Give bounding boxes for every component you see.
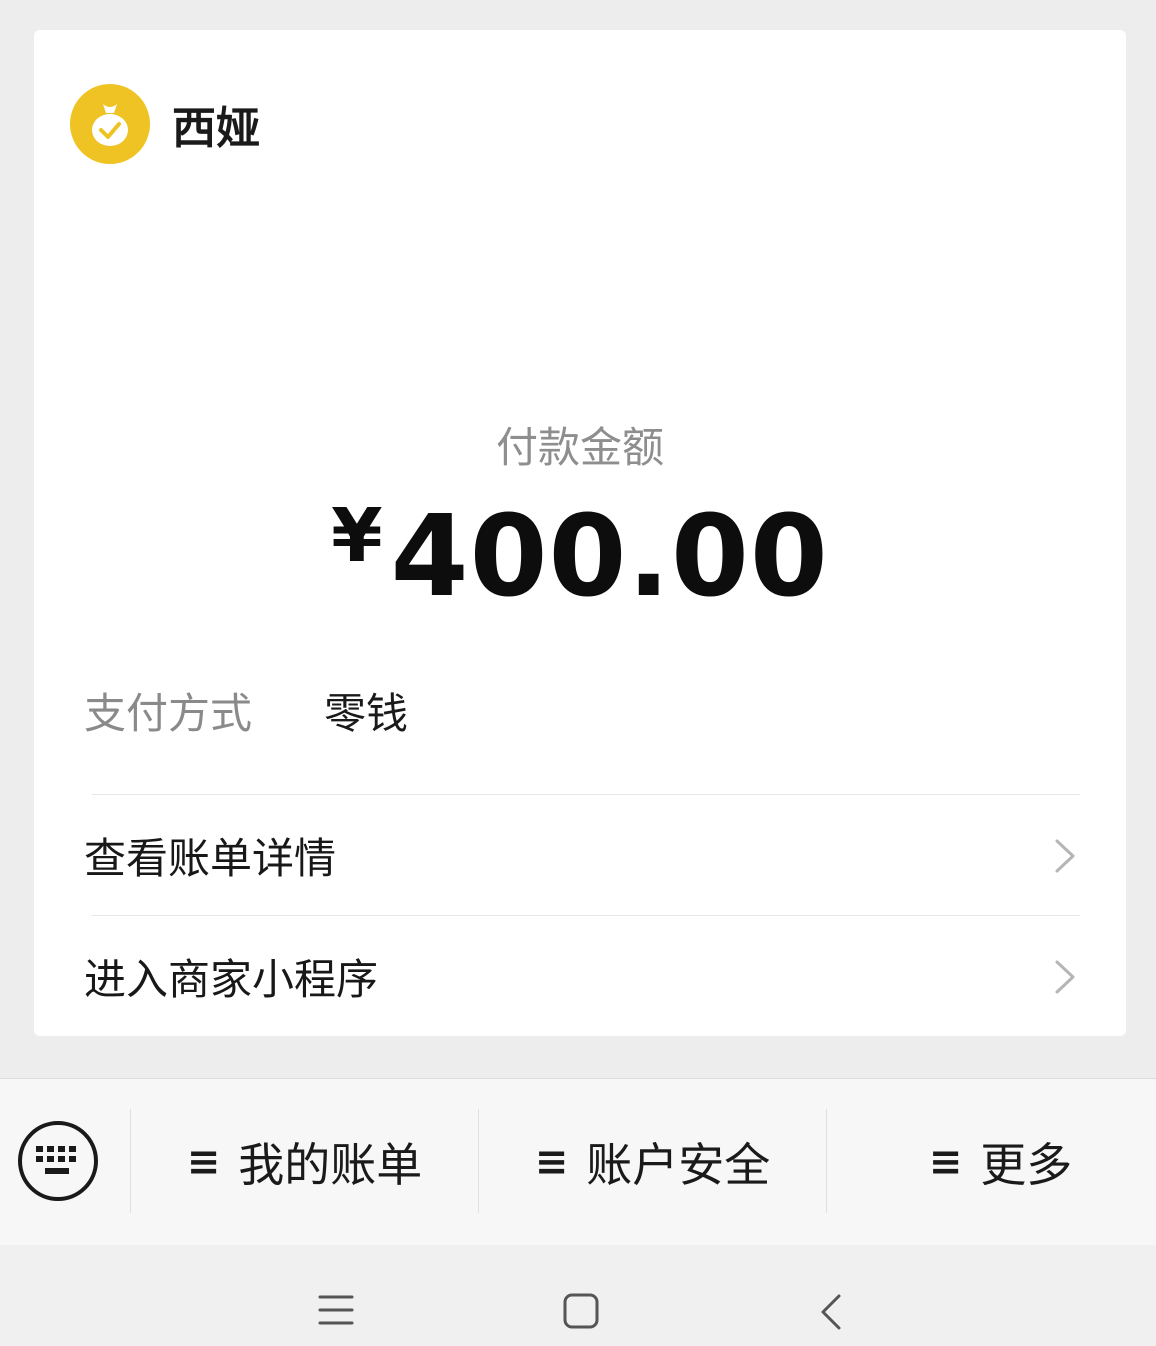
view-bill-details-label: 查看账单详情	[84, 833, 337, 883]
menu-more-label: 更多	[980, 1138, 1073, 1192]
back-chevron-icon[interactable]	[820, 1293, 842, 1331]
menu-list-icon: ≡	[186, 1139, 221, 1185]
currency-symbol: ¥	[331, 493, 383, 579]
merchant-name: 西娅	[172, 103, 260, 154]
keyboard-toggle-button[interactable]	[18, 1121, 98, 1201]
bottom-menu-bar: ≡ 我的账单 ≡ 账户安全 ≡ 更多	[0, 1078, 1156, 1246]
menu-my-bills[interactable]: ≡ 我的账单	[131, 1079, 478, 1245]
merchant-header[interactable]: 西娅	[70, 84, 260, 164]
menu-account-security[interactable]: ≡ 账户安全	[479, 1079, 826, 1245]
merchant-mini-program-label: 进入商家小程序	[84, 954, 379, 1004]
chevron-right-icon	[1055, 839, 1075, 873]
divider	[92, 794, 1080, 795]
money-bag-check-icon	[70, 84, 150, 164]
payment-method-label: 支付方式	[84, 689, 253, 738]
system-nav-bar	[0, 1245, 1156, 1346]
merchant-mini-program-row[interactable]: 进入商家小程序	[34, 917, 1126, 1035]
menu-list-icon: ≡	[534, 1139, 569, 1185]
payment-card: 西娅 付款金额 ¥400.00 支付方式 零钱 查看账单详情 进入商家小程序	[34, 30, 1126, 1036]
menu-account-security-label: 账户安全	[586, 1138, 771, 1192]
payment-method: 支付方式 零钱	[84, 680, 408, 741]
keyboard-icon	[36, 1146, 76, 1174]
menu-more[interactable]: ≡ 更多	[827, 1079, 1156, 1245]
payment-method-value: 零钱	[324, 689, 409, 738]
hamburger-icon[interactable]	[318, 1293, 354, 1327]
menu-list-icon: ≡	[928, 1139, 963, 1185]
divider	[92, 915, 1080, 916]
menu-my-bills-label: 我的账单	[238, 1138, 423, 1192]
payment-amount: ¥400.00	[34, 492, 1126, 622]
amount-label: 付款金额	[495, 423, 664, 472]
square-home-icon[interactable]	[563, 1293, 599, 1329]
chevron-right-icon	[1055, 960, 1075, 994]
view-bill-details-row[interactable]: 查看账单详情	[34, 796, 1126, 914]
amount-value: 400.00	[390, 492, 829, 622]
